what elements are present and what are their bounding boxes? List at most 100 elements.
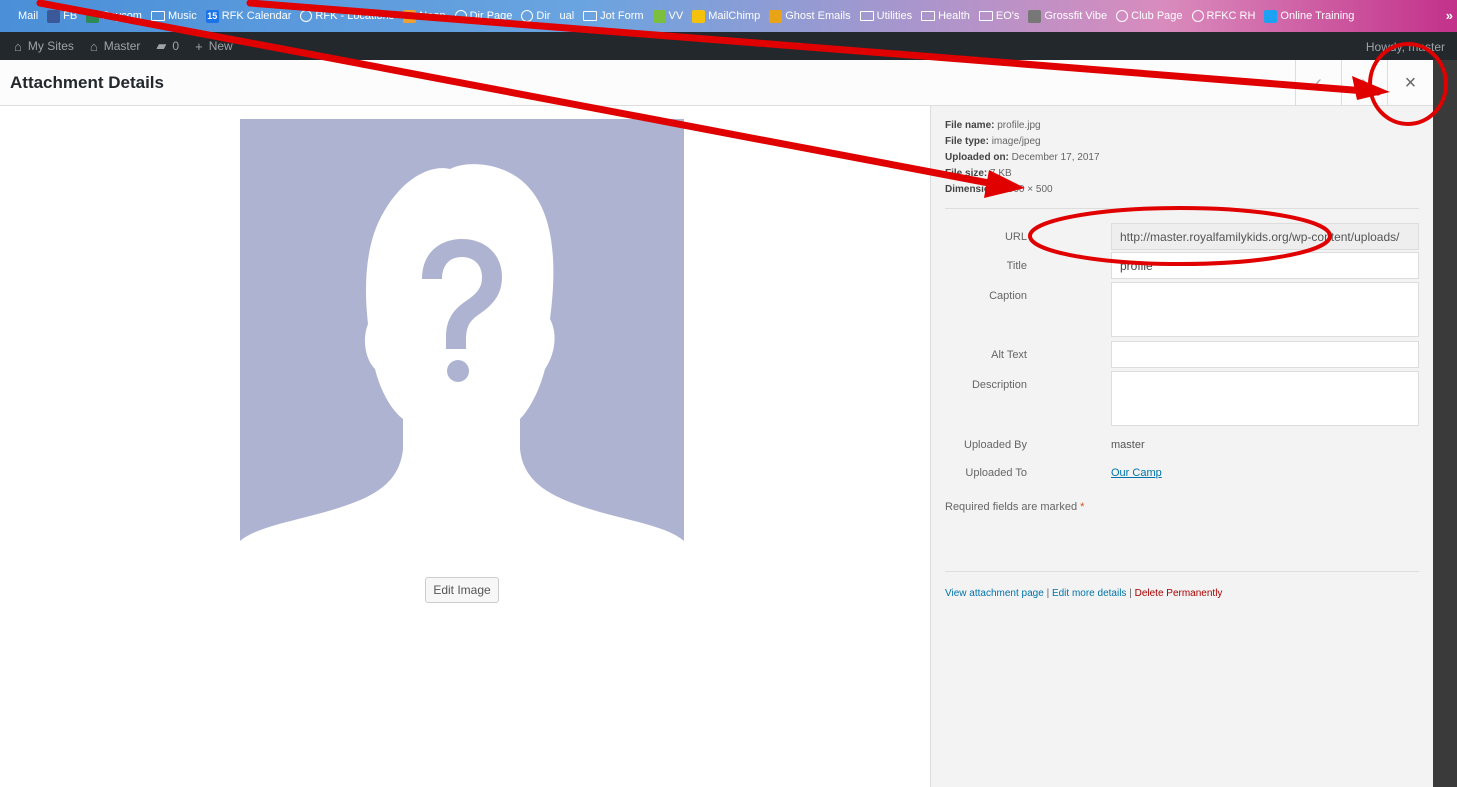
modal-header: Attachment Details ‹ › ×	[0, 60, 1457, 106]
howdy-account-link[interactable]: Howdy, master	[1366, 40, 1445, 54]
description-textarea[interactable]	[1111, 371, 1419, 426]
site-home-link[interactable]: ⌂ Master	[90, 39, 141, 54]
folder-icon	[978, 11, 993, 21]
description-label: Description	[971, 379, 1027, 391]
bookmark-item[interactable]: Online Training	[1264, 9, 1355, 23]
file-name-row: File name: profile.jpg	[945, 120, 1041, 131]
comment-icon: ▰	[156, 38, 167, 53]
bookmark-item[interactable]: RFK - Locations	[300, 10, 394, 22]
view-attachment-page-link[interactable]: View attachment page	[945, 588, 1044, 599]
mailchimp-icon	[692, 9, 706, 23]
required-fields-note: Required fields are marked *	[945, 501, 1085, 513]
bookmark-item[interactable]: Grossfit Vibe	[1028, 9, 1108, 23]
edit-more-details-link[interactable]: Edit more details	[1052, 588, 1126, 599]
bookmark-label: Paycom	[102, 10, 142, 22]
caption-label: Caption	[989, 290, 1027, 302]
neon-icon	[403, 9, 417, 23]
url-label: URL	[1004, 231, 1027, 243]
bookmark-label: Grossfit Vibe	[1044, 10, 1108, 22]
bookmark-label: Dir	[536, 10, 551, 22]
uploaded-on-row: Uploaded on: December 17, 2017	[945, 152, 1100, 163]
file-size-row: File size: 7 KB	[945, 168, 1012, 179]
attachment-details-sidebar: File name: profile.jpg File type: image/…	[930, 106, 1433, 787]
bookmark-item[interactable]: Dir	[521, 10, 550, 22]
calendar-icon: 15	[205, 9, 219, 23]
globe-icon	[454, 10, 467, 22]
uploaded-to-link[interactable]: Our Camp	[1111, 467, 1162, 479]
edit-image-button[interactable]: Edit Image	[425, 577, 499, 603]
attachment-image-preview	[240, 119, 684, 551]
bookmark-label: RFK - Locations	[315, 10, 395, 22]
facebook-icon	[47, 9, 61, 23]
alt-text-input[interactable]	[1111, 341, 1419, 368]
bookmark-item[interactable]: Dir Page	[454, 10, 513, 22]
bookmark-label: VV	[668, 10, 684, 22]
bookmark-label: FB	[63, 10, 78, 22]
bookmarks-bar: Mail FB Paycom Music 15 RFK Calendar RFK - Loc…	[0, 0, 1457, 32]
close-icon: ×	[1404, 71, 1417, 94]
scrollbar-track[interactable]	[1433, 60, 1457, 787]
bookmark-label: Health	[938, 10, 970, 22]
bookmark-label: RFKC RH	[1206, 10, 1256, 22]
bookmark-item[interactable]: RFKC RH	[1191, 10, 1256, 22]
globe-icon	[1116, 10, 1129, 22]
globe-icon	[300, 10, 313, 22]
title-input[interactable]: profile	[1111, 252, 1419, 279]
globe-icon	[1191, 10, 1204, 22]
bookmark-label: RFK Calendar	[221, 10, 292, 22]
bookmark-label: Mail	[18, 10, 39, 22]
bookmark-item[interactable]: Health	[921, 10, 970, 22]
paycom-icon	[86, 9, 100, 23]
sites-icon: ⌂	[14, 38, 22, 54]
comments-link[interactable]: ▰ 0	[156, 38, 179, 54]
bookmark-item[interactable]: ual	[559, 10, 574, 22]
admin-bar: ⌂ My Sites ⌂ Master ▰ 0 + New Howdy, mas…	[0, 32, 1457, 60]
folder-icon	[921, 11, 936, 21]
caption-textarea[interactable]	[1111, 282, 1419, 337]
bookmark-label: Utilities	[876, 10, 913, 22]
meta-divider	[945, 208, 1419, 209]
uploaded-by-value: master	[1111, 439, 1145, 451]
bookmark-label: ual	[559, 10, 575, 22]
bookmark-item[interactable]: Utilities	[859, 10, 913, 22]
bookmark-item[interactable]: MailChimp	[692, 9, 760, 23]
mail-icon	[2, 9, 15, 23]
next-attachment-button[interactable]: ›	[1341, 60, 1387, 106]
bookmark-item[interactable]: Club Page	[1116, 10, 1183, 22]
more-bookmarks-icon[interactable]: »	[1446, 8, 1453, 23]
uploaded-to-label: Uploaded To	[965, 467, 1027, 479]
vv-icon	[652, 9, 666, 23]
uploaded-by-label: Uploaded By	[964, 439, 1027, 451]
bookmark-item[interactable]: Jot Form	[583, 10, 644, 22]
url-input[interactable]: http://master.royalfamilykids.org/wp-con…	[1111, 223, 1419, 250]
previous-attachment-button[interactable]: ‹	[1295, 60, 1341, 106]
alt-text-label: Alt Text	[991, 349, 1027, 361]
my-sites-link[interactable]: ⌂ My Sites	[14, 39, 74, 54]
bookmark-item[interactable]: EO's	[978, 10, 1019, 22]
home-icon: ⌂	[89, 38, 98, 54]
new-content-link[interactable]: + New	[195, 39, 233, 54]
bookmark-item[interactable]: Music	[150, 10, 197, 22]
bookmark-item[interactable]: VV	[652, 9, 684, 23]
profile-placeholder-image	[240, 119, 684, 551]
delete-permanently-link[interactable]: Delete Permanently	[1135, 588, 1223, 599]
bookmark-item[interactable]: Mail	[2, 9, 39, 23]
bookmark-label: Jot Form	[600, 10, 644, 22]
bookmark-item[interactable]: Neon	[403, 9, 446, 23]
folder-icon	[859, 11, 874, 21]
bookmark-label: Online Training	[1280, 10, 1355, 22]
plus-icon: +	[195, 38, 203, 54]
bookmark-label: Ghost Emails	[785, 10, 851, 22]
bookmark-item[interactable]: FB	[47, 9, 78, 23]
bookmark-item[interactable]: Paycom	[86, 9, 142, 23]
actions-divider	[945, 571, 1419, 572]
attachment-actions: View attachment page | Edit more details…	[945, 588, 1223, 599]
bookmark-item[interactable]: Ghost Emails	[769, 9, 851, 23]
required-star: *	[1080, 501, 1085, 513]
folder-icon	[583, 11, 598, 21]
s-icon	[1264, 9, 1278, 23]
modal-title: Attachment Details	[10, 73, 164, 92]
bookmark-label: Dir Page	[469, 10, 513, 22]
close-modal-button[interactable]: ×	[1387, 60, 1433, 106]
bookmark-item[interactable]: 15 RFK Calendar	[205, 9, 292, 23]
